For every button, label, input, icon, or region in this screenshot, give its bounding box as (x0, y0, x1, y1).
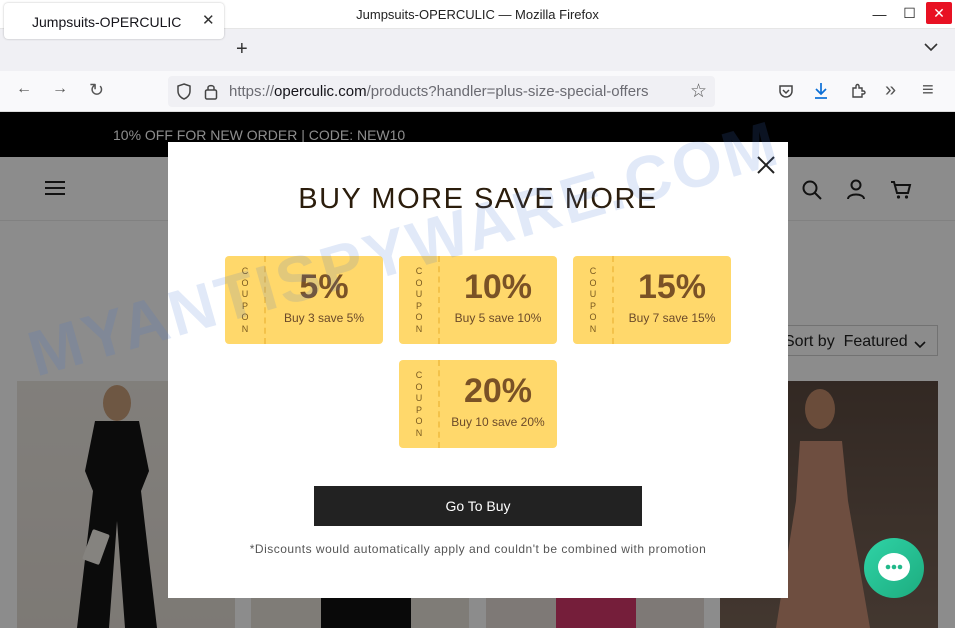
coupon-desc: Buy 7 save 15% (628, 311, 716, 325)
url-scheme: https:// (229, 83, 275, 100)
bookmark-star-icon[interactable]: ☆ (690, 80, 707, 103)
shield-icon[interactable] (176, 83, 192, 105)
tab-close-icon[interactable]: ✕ (202, 11, 215, 29)
list-tabs-icon[interactable] (924, 40, 938, 55)
url-host: operculic.com (274, 83, 367, 100)
overflow-menu-icon[interactable]: » (885, 79, 896, 102)
browser-window: Jumpsuits-OPERCULIC — Mozilla Firefox — … (0, 0, 955, 628)
coupon-desc: Buy 10 save 20% (451, 415, 545, 429)
coupon-label: COUPON (589, 266, 597, 334)
coupon-20[interactable]: COUPON 20% Buy 10 save 20% (399, 360, 557, 448)
maximize-button[interactable]: ☐ (894, 0, 925, 27)
go-to-buy-button[interactable]: Go To Buy (314, 486, 642, 526)
discount-disclaimer: *Discounts would automatically apply and… (249, 542, 707, 556)
minimize-button[interactable]: — (864, 0, 895, 27)
app-menu-icon[interactable]: ≡ (922, 79, 934, 102)
url-text[interactable]: https://operculic.com/products?handler=p… (229, 83, 649, 100)
lock-icon[interactable] (204, 83, 218, 105)
coupon-15[interactable]: COUPON 15% Buy 7 save 15% (573, 256, 731, 344)
coupon-percent: 15% (637, 268, 707, 306)
downloads-icon[interactable] (813, 82, 829, 105)
coupon-percent: 20% (463, 372, 533, 410)
chat-bubble-icon (878, 553, 910, 581)
coupon-percent: 10% (463, 268, 533, 306)
coupon-desc: Buy 5 save 10% (454, 311, 542, 325)
coupon-label: COUPON (415, 370, 423, 438)
forward-button[interactable]: → (52, 80, 68, 98)
tab-jumpsuits[interactable]: Jumpsuits-OPERCULIC ✕ (4, 3, 224, 39)
window-close-button[interactable]: ✕ (926, 2, 952, 24)
extensions-icon[interactable] (850, 83, 866, 104)
reload-button[interactable]: ↻ (89, 80, 104, 101)
pocket-icon[interactable] (778, 83, 794, 104)
back-button[interactable]: ← (16, 80, 32, 98)
new-tab-button[interactable]: + (236, 38, 248, 61)
url-path: /products?handler=plus-size-special-offe… (366, 83, 649, 100)
tab-title: Jumpsuits-OPERCULIC (32, 14, 182, 30)
